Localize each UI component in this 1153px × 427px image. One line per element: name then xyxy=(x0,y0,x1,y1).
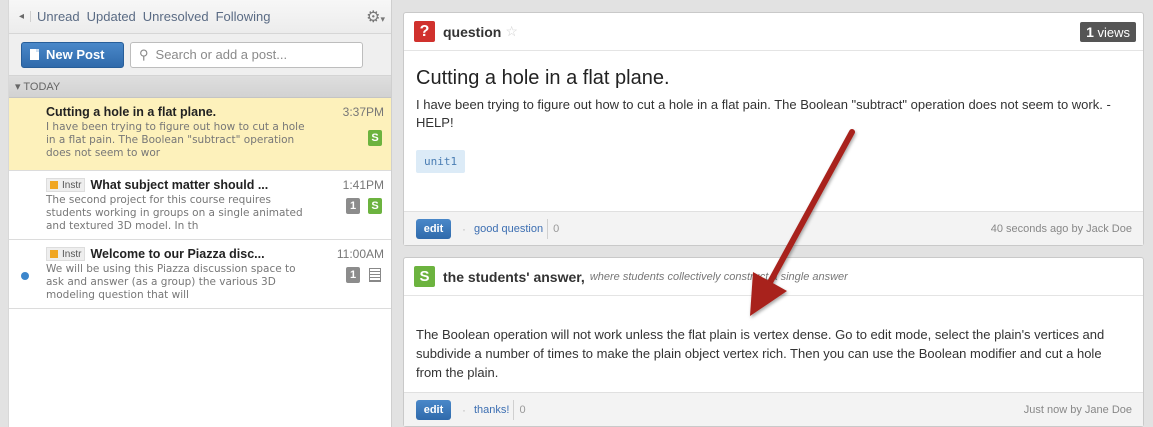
question-mark-icon: ? xyxy=(414,21,435,42)
post-time: 1:41PM xyxy=(342,178,384,192)
post-time: 11:00AM xyxy=(336,247,384,261)
search-placeholder: Search or add a post... xyxy=(155,47,288,62)
question-meta: 40 seconds ago by Jack Doe xyxy=(990,222,1132,235)
feed-filter-bar: ◂ Unread Updated Unresolved Following ⚙▾ xyxy=(9,0,391,34)
post-title-row: Instr What subject matter should ... xyxy=(46,178,301,192)
question-body: I have been trying to figure out how to … xyxy=(416,97,1111,130)
edit-answer-button[interactable]: edit xyxy=(416,399,451,420)
filter-unread[interactable]: Unread xyxy=(37,9,80,24)
post-title: Cutting a hole in a flat plane. xyxy=(46,105,217,119)
feed-actions: New Post ⚲ Search or add a post... xyxy=(9,34,391,76)
document-icon xyxy=(30,49,39,60)
filter-updated[interactable]: Updated xyxy=(87,9,136,24)
post-snippet: I have been trying to figure out how to … xyxy=(46,121,305,159)
search-icon: ⚲ xyxy=(139,46,149,62)
follow-up-count-badge: 1 xyxy=(346,198,360,214)
post-feed: ◂ Unread Updated Unresolved Following ⚙▾… xyxy=(8,0,392,427)
folder-tag[interactable]: unit1 xyxy=(416,150,466,173)
thanks-count: 0 xyxy=(513,399,526,420)
student-answer-badge: S xyxy=(368,130,382,146)
question-title: Cutting a hole in a flat plane. xyxy=(416,67,670,89)
separator: · xyxy=(462,402,466,417)
feed-post[interactable]: Instr What subject matter should ... The… xyxy=(9,171,391,240)
answer-footer: edit · thanks! 0 Just now by Jane Doe xyxy=(404,392,1143,426)
answer-subheading: where students collectively construct a … xyxy=(589,270,848,283)
post-snippet: We will be using this Piazza discussion … xyxy=(46,263,296,301)
piazza-app: ◂ Unread Updated Unresolved Following ⚙▾… xyxy=(0,0,1153,427)
post-type-label: question xyxy=(443,23,502,40)
edit-question-button[interactable]: edit xyxy=(416,218,451,239)
group-header-today[interactable]: ▾ TODAY xyxy=(9,76,391,98)
post-time: 3:37PM xyxy=(342,105,384,119)
filter-following[interactable]: Following xyxy=(216,9,271,24)
feed-post[interactable]: Instr Welcome to our Piazza disc... We w… xyxy=(9,240,391,309)
answer-header: S the students' answer, where students c… xyxy=(404,258,1143,296)
filter-unresolved[interactable]: Unresolved xyxy=(143,9,209,24)
answer-heading: the students' answer, xyxy=(443,268,585,285)
good-question-link[interactable]: good question xyxy=(474,223,543,235)
follow-up-count-badge: 1 xyxy=(346,267,360,283)
search-input[interactable]: ⚲ Search or add a post... xyxy=(130,41,363,68)
post-title: What subject matter should ... xyxy=(90,178,269,192)
new-post-label: New Post xyxy=(46,47,105,62)
instructor-tag: Instr xyxy=(46,178,86,192)
separator: · xyxy=(462,221,466,236)
unread-indicator xyxy=(21,272,29,280)
student-answer-badge: S xyxy=(368,198,382,214)
student-answer-card: S the students' answer, where students c… xyxy=(403,257,1144,427)
question-header: ? question ☆ 1 views xyxy=(404,13,1143,51)
answer-meta: Just now by Jane Doe xyxy=(1023,403,1132,416)
good-question-count: 0 xyxy=(547,218,559,239)
views-badge: 1 views xyxy=(1080,21,1136,42)
new-post-button[interactable]: New Post xyxy=(21,41,124,68)
notes-list-icon xyxy=(369,268,381,282)
gear-icon[interactable]: ⚙▾ xyxy=(366,7,385,27)
star-icon[interactable]: ☆ xyxy=(505,23,518,40)
student-answer-icon: S xyxy=(414,266,435,287)
post-title-row: Instr Welcome to our Piazza disc... xyxy=(46,247,301,261)
collapse-feed-icon[interactable]: ◂ xyxy=(13,11,31,22)
question-footer: edit · good question 0 40 seconds ago by… xyxy=(404,211,1143,245)
instructor-tag: Instr xyxy=(46,247,86,261)
feed-post[interactable]: Cutting a hole in a flat plane. I have b… xyxy=(9,98,391,171)
question-card: ? question ☆ 1 views Cutting a hole in a… xyxy=(403,12,1144,246)
post-title: Welcome to our Piazza disc... xyxy=(90,247,265,261)
thanks-link[interactable]: thanks! xyxy=(474,404,509,416)
post-snippet: The second project for this course requi… xyxy=(46,194,303,232)
answer-body: The Boolean operation will not work unle… xyxy=(416,327,1105,380)
